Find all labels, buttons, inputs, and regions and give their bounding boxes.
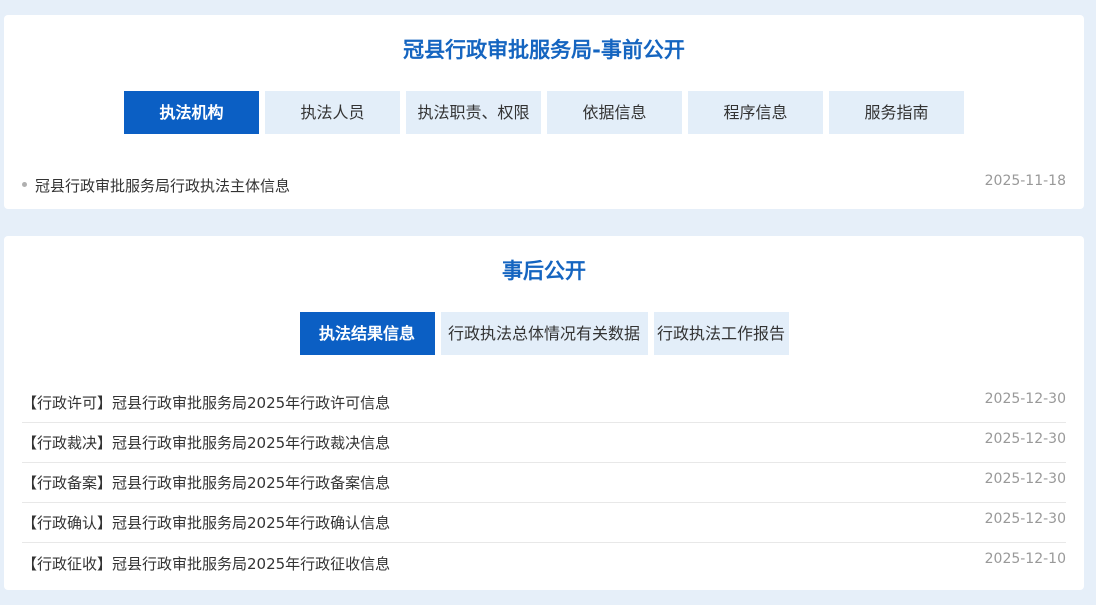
list-item-date: 2025-11-18 bbox=[984, 173, 1066, 189]
list-item: 【行政征收】冠县行政审批服务局2025年行政征收信息 2025-12-10 bbox=[22, 543, 1066, 583]
list-item: 【行政确认】冠县行政审批服务局2025年行政确认信息 2025-12-30 bbox=[22, 503, 1066, 543]
list-item-title[interactable]: 【行政裁决】冠县行政审批服务局2025年行政裁决信息 bbox=[22, 432, 390, 453]
list-item-date: 2025-12-30 bbox=[984, 430, 1066, 447]
list-item: 冠县行政审批服务局行政执法主体信息 2025-11-18 bbox=[22, 165, 1066, 205]
list-item-date: 2025-12-30 bbox=[984, 390, 1066, 407]
list-item-date: 2025-12-30 bbox=[984, 470, 1066, 487]
list-item-title[interactable]: 【行政征收】冠县行政审批服务局2025年行政征收信息 bbox=[22, 553, 390, 574]
list-item-link[interactable]: 冠县行政审批服务局行政执法主体信息 bbox=[22, 175, 290, 196]
pre-disclosure-title: 冠县行政审批服务局-事前公开 bbox=[403, 38, 685, 62]
list-item: 【行政备案】冠县行政审批服务局2025年行政备案信息 2025-12-30 bbox=[22, 463, 1066, 503]
tab-procedure-info[interactable]: 程序信息 bbox=[688, 91, 823, 134]
pre-disclosure-list: 冠县行政审批服务局行政执法主体信息 2025-11-18 bbox=[22, 165, 1066, 205]
tab-enforcement-personnel[interactable]: 执法人员 bbox=[265, 91, 400, 134]
tab-service-guide[interactable]: 服务指南 bbox=[829, 91, 964, 134]
list-item-date: 2025-12-30 bbox=[984, 510, 1066, 527]
tab-enforcement-work-report[interactable]: 行政执法工作报告 bbox=[653, 312, 789, 355]
bullet-icon bbox=[22, 181, 27, 187]
pre-disclosure-tabs: 执法机构 执法人员 执法职责、权限 依据信息 程序信息 服务指南 bbox=[4, 91, 1084, 134]
post-disclosure-tabs: 执法结果信息 行政执法总体情况有关数据 行政执法工作报告 bbox=[4, 312, 1084, 355]
post-disclosure-panel: 事后公开 执法结果信息 行政执法总体情况有关数据 行政执法工作报告 【行政许可】… bbox=[4, 236, 1084, 590]
post-disclosure-title: 事后公开 bbox=[502, 259, 586, 283]
list-item: 【行政许可】冠县行政审批服务局2025年行政许可信息 2025-12-30 bbox=[22, 383, 1066, 423]
list-item-date: 2025-12-10 bbox=[984, 551, 1066, 567]
list-item-title[interactable]: 【行政确认】冠县行政审批服务局2025年行政确认信息 bbox=[22, 512, 390, 533]
list-item-title[interactable]: 【行政备案】冠县行政审批服务局2025年行政备案信息 bbox=[22, 472, 390, 493]
pre-disclosure-panel: 冠县行政审批服务局-事前公开 执法机构 执法人员 执法职责、权限 依据信息 程序… bbox=[4, 15, 1084, 209]
tab-enforcement-agency[interactable]: 执法机构 bbox=[124, 91, 259, 134]
list-item: 【行政裁决】冠县行政审批服务局2025年行政裁决信息 2025-12-30 bbox=[22, 423, 1066, 463]
list-item-title: 冠县行政审批服务局行政执法主体信息 bbox=[35, 176, 291, 195]
post-disclosure-list: 【行政许可】冠县行政审批服务局2025年行政许可信息 2025-12-30 【行… bbox=[22, 383, 1066, 583]
tab-enforcement-results[interactable]: 执法结果信息 bbox=[299, 312, 435, 355]
list-item-title[interactable]: 【行政许可】冠县行政审批服务局2025年行政许可信息 bbox=[22, 392, 390, 413]
tab-overall-enforcement-data[interactable]: 行政执法总体情况有关数据 bbox=[440, 312, 648, 355]
tab-basis-info[interactable]: 依据信息 bbox=[547, 91, 682, 134]
tab-duties-authority[interactable]: 执法职责、权限 bbox=[406, 91, 541, 134]
